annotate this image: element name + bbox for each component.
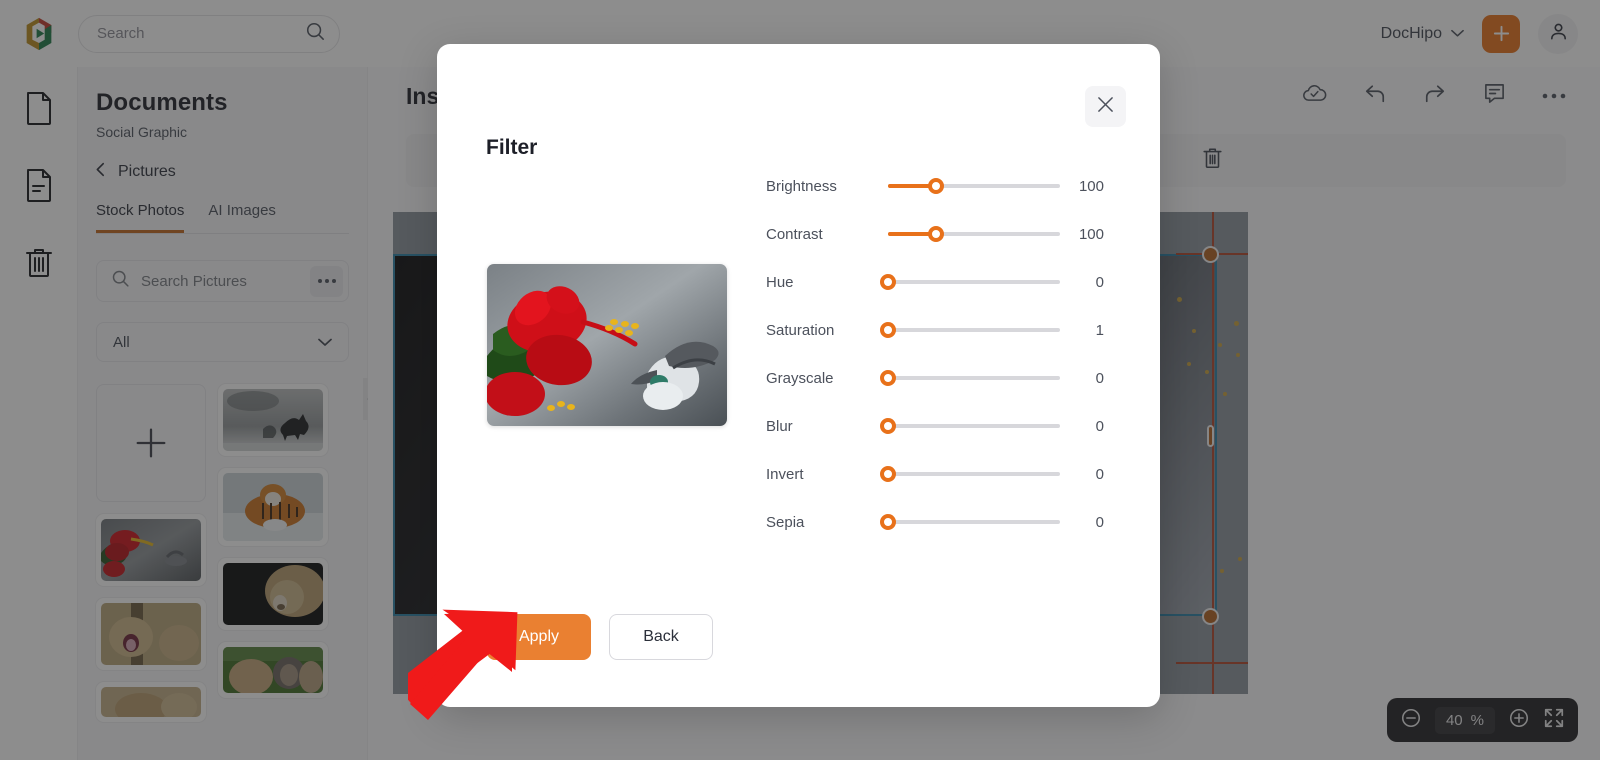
filter-sliders: Brightness 100 Contrast 100 Hue 0 Satura… — [766, 162, 1126, 546]
slider-label: Grayscale — [766, 369, 834, 387]
saturation-slider[interactable] — [880, 322, 1060, 338]
slider-label: Blur — [766, 417, 793, 435]
slider-value: 1 — [1095, 321, 1104, 339]
image-preview — [487, 264, 727, 426]
slider-thumb[interactable] — [928, 178, 945, 194]
close-icon — [1097, 96, 1114, 118]
dialog-title: Filter — [486, 136, 538, 159]
slider-value: 100 — [1078, 225, 1104, 243]
grayscale-slider[interactable] — [880, 370, 1060, 386]
invert-slider[interactable] — [880, 466, 1060, 482]
slider-label: Invert — [766, 465, 804, 483]
slider-label: Sepia — [766, 513, 805, 531]
slider-row-blur: Blur 0 — [766, 402, 1126, 450]
slider-label: Brightness — [766, 177, 837, 195]
close-dialog-button[interactable] — [1085, 86, 1126, 127]
slider-thumb[interactable] — [928, 226, 945, 242]
hue-slider[interactable] — [880, 274, 1060, 290]
brightness-slider[interactable] — [888, 178, 1060, 194]
sepia-slider[interactable] — [880, 514, 1060, 530]
slider-value: 0 — [1095, 417, 1104, 435]
slider-thumb[interactable] — [880, 370, 896, 386]
back-button[interactable]: Back — [609, 614, 713, 660]
slider-value: 0 — [1095, 273, 1104, 291]
slider-value: 100 — [1078, 177, 1104, 195]
slider-row-grayscale: Grayscale 0 — [766, 354, 1126, 402]
slider-row-sepia: Sepia 0 — [766, 498, 1126, 546]
slider-row-invert: Invert 0 — [766, 450, 1126, 498]
slider-value: 0 — [1095, 465, 1104, 483]
slider-label: Contrast — [766, 225, 823, 243]
slider-row-saturation: Saturation 1 — [766, 306, 1126, 354]
slider-value: 0 — [1095, 369, 1104, 387]
app-root: Search DocHipo — [0, 0, 1600, 760]
slider-thumb[interactable] — [880, 274, 896, 290]
slider-label: Hue — [766, 273, 794, 291]
slider-thumb[interactable] — [880, 322, 896, 338]
pointer-arrow — [393, 608, 548, 738]
slider-thumb[interactable] — [880, 418, 896, 434]
slider-row-contrast: Contrast 100 — [766, 210, 1126, 258]
slider-label: Saturation — [766, 321, 835, 339]
slider-row-hue: Hue 0 — [766, 258, 1126, 306]
contrast-slider[interactable] — [888, 226, 1060, 242]
slider-row-brightness: Brightness 100 — [766, 162, 1126, 210]
blur-slider[interactable] — [880, 418, 1060, 434]
slider-thumb[interactable] — [880, 466, 896, 482]
slider-value: 0 — [1095, 513, 1104, 531]
slider-thumb[interactable] — [880, 514, 896, 530]
